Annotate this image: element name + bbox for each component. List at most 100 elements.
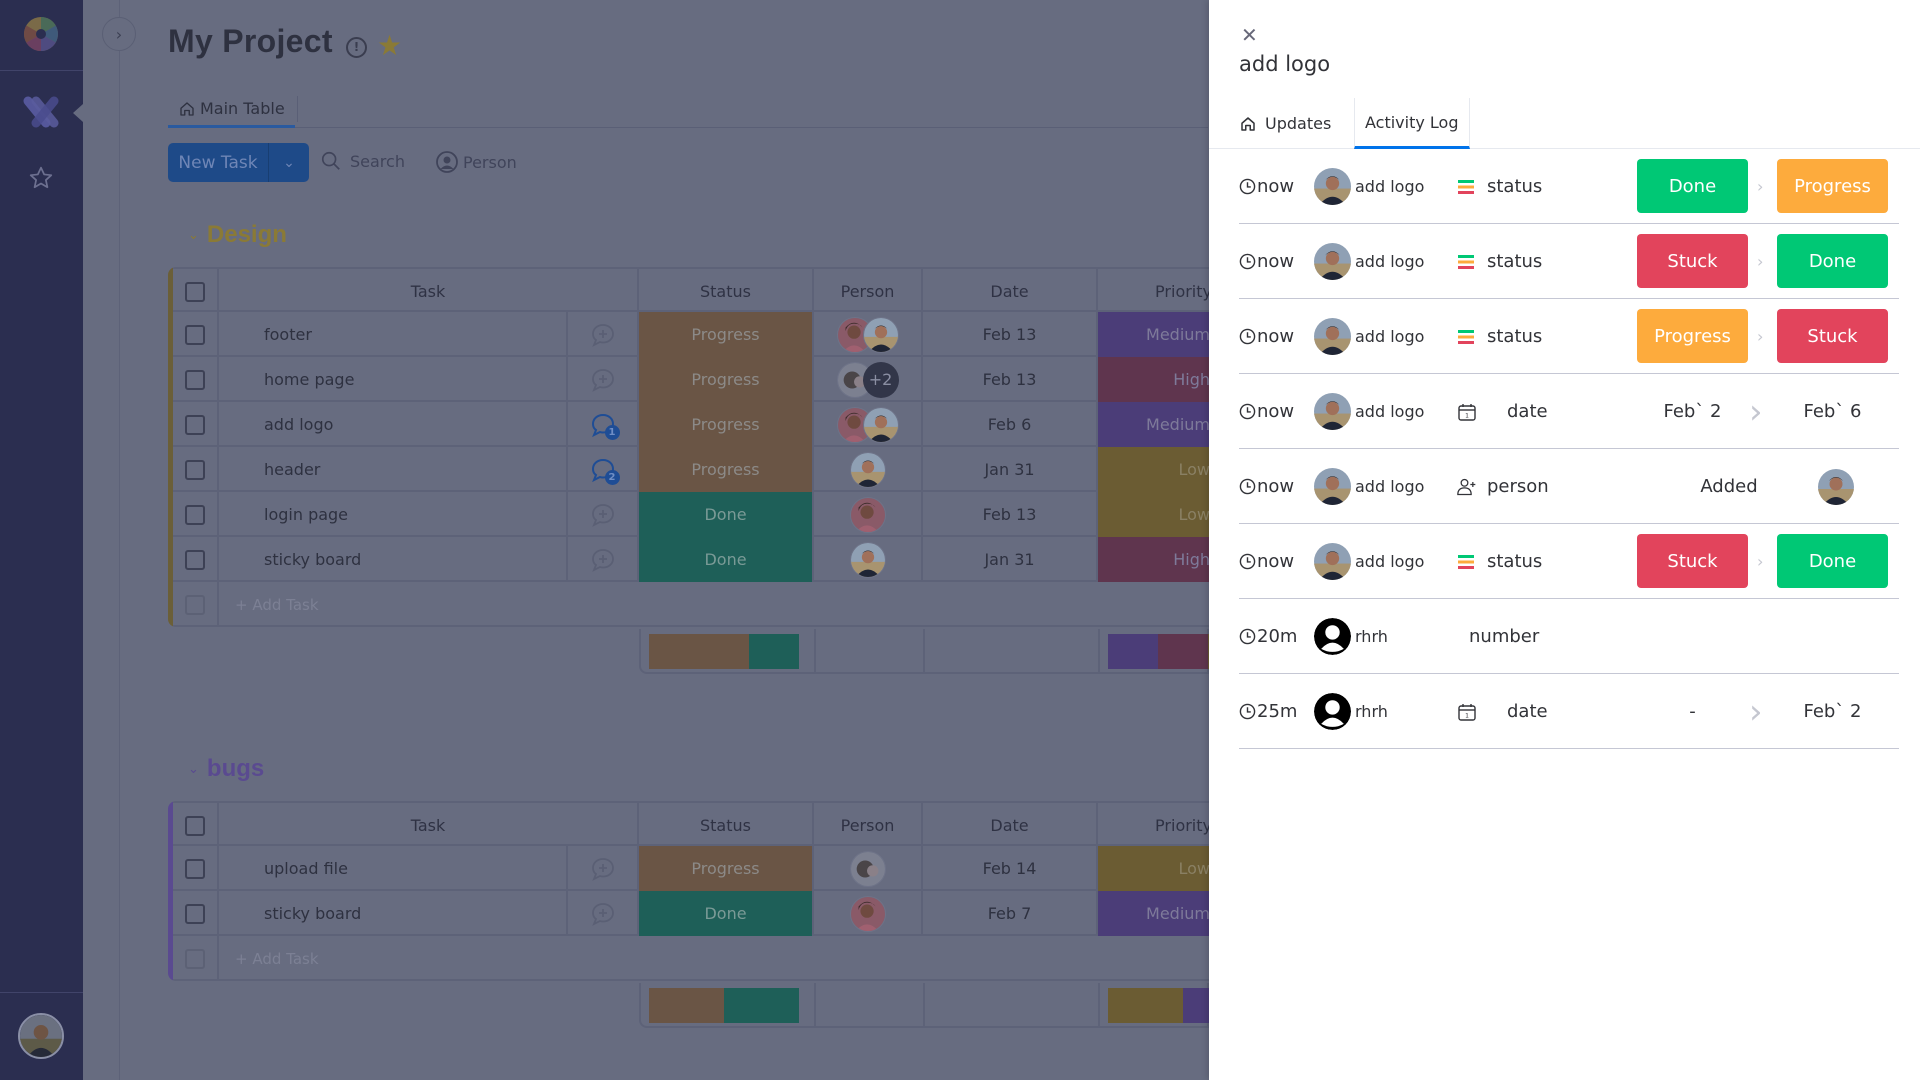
search-button[interactable]: Search [320, 150, 405, 172]
person-avatar[interactable] [849, 541, 886, 578]
person-cell[interactable] [814, 447, 923, 492]
priority-cell[interactable]: Low [1098, 447, 1213, 492]
row-checkbox[interactable] [185, 549, 205, 570]
select-all-checkbox[interactable] [185, 281, 205, 302]
person-avatar[interactable] [849, 451, 886, 488]
row-checkbox[interactable] [185, 858, 205, 879]
column-header-task[interactable]: Task [219, 269, 639, 314]
person-avatar[interactable] [862, 406, 899, 443]
activity-user-avatar[interactable] [1314, 543, 1351, 580]
person-cell[interactable] [814, 402, 923, 447]
priority-cell[interactable]: Medium [1098, 402, 1213, 447]
priority-cell[interactable]: Medium [1098, 891, 1213, 936]
task-name[interactable]: footer [219, 312, 568, 357]
row-checkbox[interactable] [185, 903, 205, 924]
priority-cell[interactable]: High [1098, 537, 1213, 582]
activity-user-avatar[interactable] [1314, 393, 1351, 430]
row-checkbox[interactable] [185, 369, 205, 390]
added-person-avatar[interactable] [1818, 469, 1854, 505]
status-cell[interactable]: Done [639, 492, 814, 537]
activity-user-avatar[interactable] [1314, 618, 1351, 655]
comment-icon[interactable]: 1 [590, 412, 620, 440]
row-checkbox[interactable] [185, 459, 205, 480]
status-cell[interactable]: Done [639, 537, 814, 582]
column-header-person[interactable]: Person [814, 803, 923, 848]
date-cell[interactable]: Feb 14 [923, 846, 1098, 891]
priority-cell[interactable]: Medium [1098, 312, 1213, 357]
task-name[interactable]: login page [219, 492, 568, 537]
add-comment-icon[interactable] [590, 547, 616, 573]
tab-updates[interactable]: Updates [1239, 98, 1331, 149]
status-summary-bar[interactable] [649, 988, 799, 1023]
monday-logo-icon[interactable] [22, 15, 60, 53]
star-filled-icon[interactable]: ★ [377, 32, 402, 60]
add-comment-icon[interactable] [590, 367, 616, 393]
activity-user-avatar[interactable] [1314, 693, 1351, 730]
chevron-down-icon[interactable]: ⌄ [188, 227, 199, 243]
row-checkbox[interactable] [185, 324, 205, 345]
status-cell[interactable]: Progress [639, 312, 814, 357]
new-task-dropdown-button[interactable]: ⌄ [269, 143, 309, 182]
add-comment-icon[interactable] [590, 901, 616, 927]
column-header-status[interactable]: Status [639, 803, 814, 848]
column-header-priority[interactable]: Priority [1098, 269, 1213, 314]
add-comment-icon[interactable] [590, 502, 616, 528]
task-name[interactable]: header [219, 447, 568, 492]
tab-main-table[interactable]: Main Table [168, 92, 295, 128]
close-icon[interactable]: ✕ [1241, 25, 1259, 45]
date-cell[interactable]: Feb 13 [923, 312, 1098, 357]
tab-activity-log[interactable]: Activity Log [1354, 98, 1470, 149]
date-cell[interactable]: Jan 31 [923, 537, 1098, 582]
user-avatar[interactable] [18, 1013, 64, 1059]
person-avatar[interactable] [862, 316, 899, 353]
add-task-input[interactable]: + Add Task [219, 936, 1213, 981]
status-cell[interactable]: Progress [639, 357, 814, 402]
date-cell[interactable]: Feb 6 [923, 402, 1098, 447]
expand-sidebar-button[interactable]: › [102, 17, 136, 51]
status-cell[interactable]: Progress [639, 447, 814, 492]
date-cell[interactable]: Jan 31 [923, 447, 1098, 492]
column-header-status[interactable]: Status [639, 269, 814, 314]
column-header-task[interactable]: Task [219, 803, 639, 848]
task-name[interactable]: upload file [219, 846, 568, 891]
task-name[interactable]: home page [219, 357, 568, 402]
person-cell[interactable] [814, 846, 923, 891]
priority-cell[interactable]: Low [1098, 492, 1213, 537]
date-cell[interactable]: Feb 7 [923, 891, 1098, 936]
status-cell[interactable]: Done [639, 891, 814, 936]
task-name[interactable]: sticky board [219, 537, 568, 582]
status-summary-bar[interactable] [649, 634, 799, 669]
select-all-checkbox[interactable] [185, 815, 205, 836]
person-avatar[interactable] [849, 895, 886, 932]
group-header[interactable]: ⌄ bugs [188, 755, 264, 783]
column-header-person[interactable]: Person [814, 269, 923, 314]
status-cell[interactable]: Progress [639, 846, 814, 891]
task-name[interactable]: sticky board [219, 891, 568, 936]
info-icon[interactable]: ! [346, 37, 367, 58]
person-cell[interactable] [814, 537, 923, 582]
star-outline-icon[interactable] [28, 165, 54, 191]
group-header[interactable]: ⌄ Design [188, 221, 287, 249]
task-name[interactable]: add logo [219, 402, 568, 447]
priority-cell[interactable]: Low [1098, 846, 1213, 891]
person-cell[interactable]: +2 [814, 357, 923, 402]
person-cell[interactable] [814, 891, 923, 936]
add-comment-icon[interactable] [590, 322, 616, 348]
person-filter-button[interactable]: Person [435, 150, 517, 174]
date-cell[interactable]: Feb 13 [923, 492, 1098, 537]
activity-user-avatar[interactable] [1314, 168, 1351, 205]
person-cell[interactable] [814, 312, 923, 357]
activity-user-avatar[interactable] [1314, 468, 1351, 505]
activity-user-avatar[interactable] [1314, 318, 1351, 355]
work-management-icon[interactable] [22, 95, 60, 129]
chevron-down-icon[interactable]: ⌄ [188, 761, 199, 777]
row-checkbox[interactable] [185, 414, 205, 435]
add-task-input[interactable]: + Add Task [219, 582, 1213, 627]
add-comment-icon[interactable] [590, 856, 616, 882]
person-cell[interactable] [814, 492, 923, 537]
date-cell[interactable]: Feb 13 [923, 357, 1098, 402]
column-header-date[interactable]: Date [923, 803, 1098, 848]
priority-cell[interactable]: High [1098, 357, 1213, 402]
column-header-date[interactable]: Date [923, 269, 1098, 314]
more-people-badge[interactable]: +2 [862, 361, 899, 398]
